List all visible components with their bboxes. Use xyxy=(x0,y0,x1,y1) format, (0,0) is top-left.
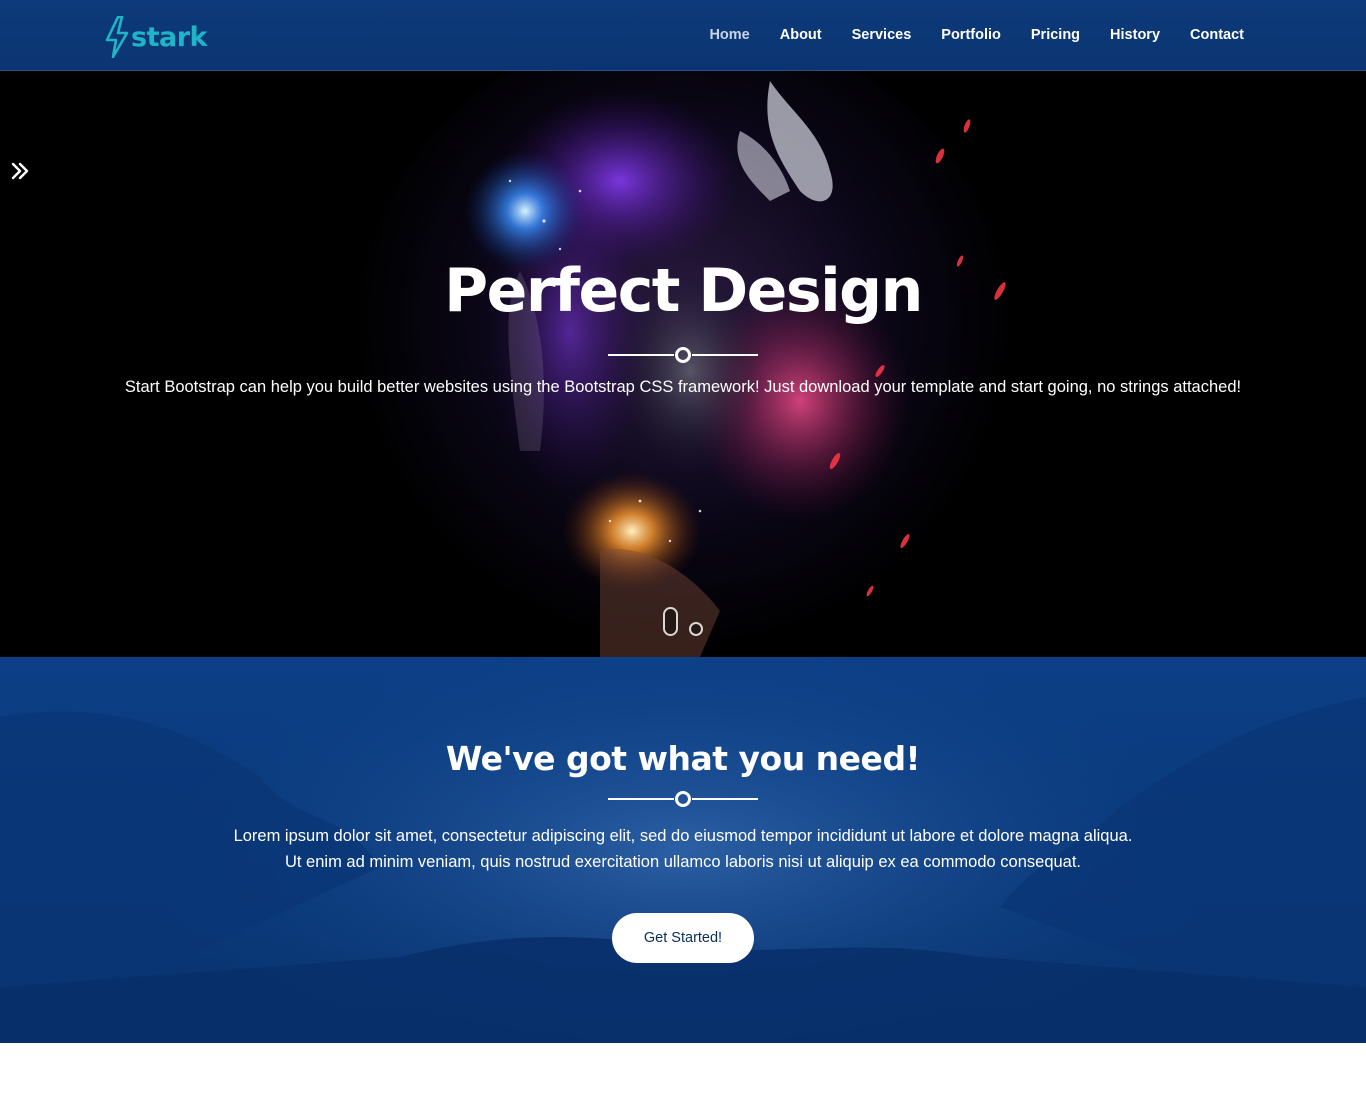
section-text-line-2: Ut enim ad minim veniam, quis nostrud ex… xyxy=(284,853,1082,871)
section-text: Lorem ipsum dolor sit amet, consectetur … xyxy=(0,823,1366,875)
navbar: stark Home About Services Portfolio Pric… xyxy=(0,0,1366,71)
nav-contact[interactable]: Contact xyxy=(1190,28,1244,43)
hero-title: Perfect Design xyxy=(444,256,923,326)
carousel-indicator-2[interactable] xyxy=(689,622,703,636)
brand-name: stark xyxy=(131,21,207,53)
intro-section: We've got what you need! Lorem ipsum dol… xyxy=(0,657,1366,1043)
nav-home[interactable]: Home xyxy=(709,28,749,43)
nav-services[interactable]: Services xyxy=(852,28,912,43)
get-started-button[interactable]: Get Started! xyxy=(612,913,754,963)
section-text-line-1: Lorem ipsum dolor sit amet, consectetur … xyxy=(233,827,1133,845)
nav-portfolio[interactable]: Portfolio xyxy=(941,28,1001,43)
double-chevron-right-icon[interactable] xyxy=(10,161,30,181)
section-divider xyxy=(608,791,758,807)
hero-background-image xyxy=(0,71,1366,657)
hero-divider xyxy=(608,347,758,363)
section-title: We've got what you need! xyxy=(445,739,921,778)
nav-pricing[interactable]: Pricing xyxy=(1031,28,1080,43)
main-nav: Home About Services Portfolio Pricing Hi… xyxy=(679,0,1244,70)
page-footer-space xyxy=(0,1043,1366,1108)
hero-subtitle: Start Bootstrap can help you build bette… xyxy=(124,378,1242,396)
lightning-bolt-icon xyxy=(105,16,129,58)
hero-carousel: Perfect Design Start Bootstrap can help … xyxy=(0,71,1366,657)
carousel-indicator-1[interactable] xyxy=(663,607,678,636)
nav-about[interactable]: About xyxy=(780,28,822,43)
brand-logo[interactable]: stark xyxy=(104,15,207,59)
nav-history[interactable]: History xyxy=(1110,28,1160,43)
